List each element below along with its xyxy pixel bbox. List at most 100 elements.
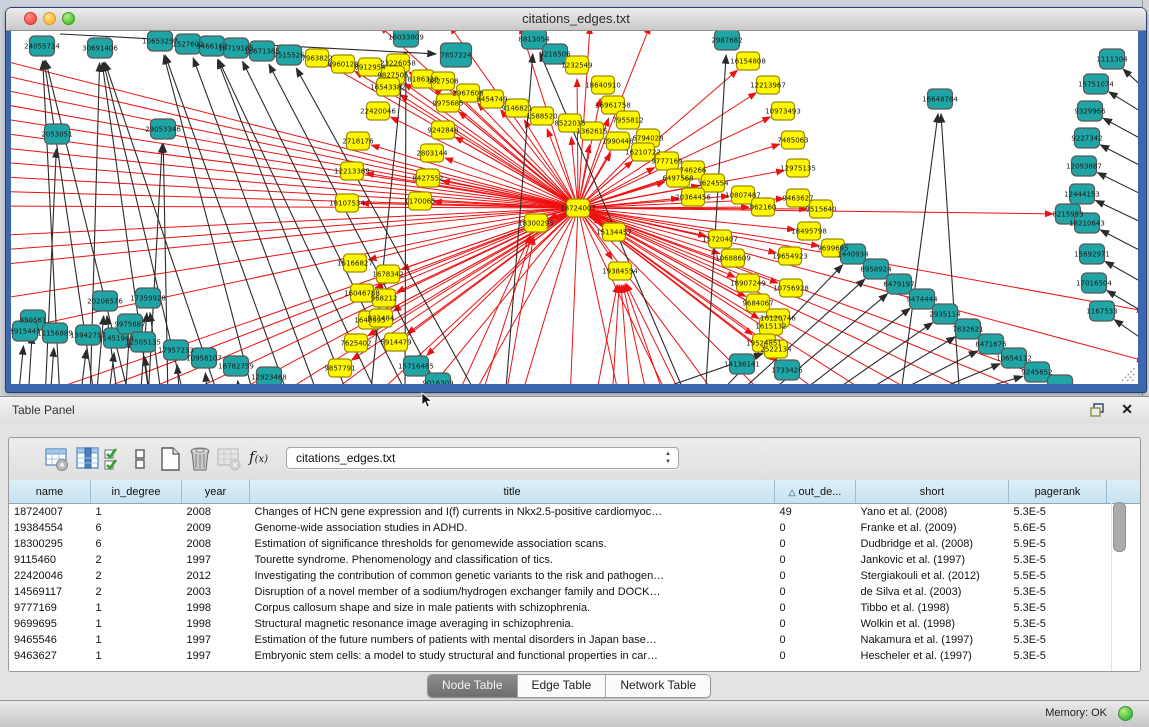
table-cell[interactable]: 9777169: [9, 600, 91, 616]
table-row[interactable]: 2242004622012Investigating the contribut…: [9, 568, 1140, 584]
citation-edge-black[interactable]: [1097, 173, 1138, 196]
table-cell[interactable]: 1: [91, 616, 182, 632]
delete-trash-icon[interactable]: [187, 446, 213, 472]
column-header-in-degree[interactable]: in_degree: [91, 480, 182, 504]
citation-edge-red[interactable]: [578, 208, 1138, 361]
table-cell[interactable]: 1998: [182, 616, 250, 632]
table-cell[interactable]: Investigating the contribution of common…: [250, 568, 775, 584]
citation-edge-black[interactable]: [50, 348, 54, 384]
citation-edge-black[interactable]: [1100, 145, 1138, 168]
table-cell[interactable]: 5.5E-5: [1009, 568, 1107, 584]
table-cell[interactable]: Estimation of the future numbers of pati…: [250, 632, 775, 648]
table-cell[interactable]: Wolkin et al. (1998): [856, 616, 1009, 632]
column-header-title[interactable]: title: [250, 480, 775, 504]
column-header-short[interactable]: short: [856, 480, 1009, 504]
table-cell[interactable]: Genome-wide association studies in ADHD.: [250, 520, 775, 536]
table-row[interactable]: 1872400712008Changes of HCN gene express…: [9, 504, 1140, 521]
table-cell[interactable]: 0: [775, 584, 856, 600]
citation-edge-red[interactable]: [220, 208, 578, 384]
table-cell[interactable]: Dudbridge et al. (2008): [856, 536, 1009, 552]
table-cell[interactable]: 5.6E-5: [1009, 520, 1107, 536]
citation-edge-black[interactable]: [820, 323, 933, 384]
table-cell[interactable]: 0: [775, 520, 856, 536]
table-cell[interactable]: 5.3E-5: [1009, 600, 1107, 616]
citation-edge-black[interactable]: [910, 364, 1000, 384]
table-cell[interactable]: 14569117: [9, 584, 91, 600]
table-cell[interactable]: Franke et al. (2009): [856, 520, 1009, 536]
table-cell[interactable]: 0: [775, 600, 856, 616]
table-cell[interactable]: 0: [775, 616, 856, 632]
column-header-out-de-[interactable]: △out_de...: [775, 480, 856, 504]
table-cell[interactable]: Structural magnetic resonance image aver…: [250, 616, 775, 632]
table-cell[interactable]: 1997: [182, 648, 250, 664]
float-panel-icon[interactable]: [1090, 403, 1105, 417]
tab-node-table[interactable]: Node Table: [428, 675, 517, 697]
table-cell[interactable]: Nakamura et al. (1997): [856, 632, 1009, 648]
citation-edge-black[interactable]: [1123, 69, 1138, 89]
table-cell[interactable]: Changes of HCN gene expression and I(f) …: [250, 504, 775, 521]
table-cell[interactable]: Hescheler et al. (1997): [856, 648, 1009, 664]
table-cell[interactable]: 2008: [182, 504, 250, 521]
tab-edge-table[interactable]: Edge Table: [517, 675, 606, 697]
table-cell[interactable]: Estimation of significance thresholds fo…: [250, 536, 775, 552]
table-cell[interactable]: 5.3E-5: [1009, 616, 1107, 632]
citation-edge-red[interactable]: [570, 208, 578, 384]
citation-edge-red[interactable]: [621, 285, 630, 384]
network-canvas[interactable]: 1872400724055714306914061065325715276029…: [11, 31, 1138, 384]
citation-edge-red[interactable]: [470, 208, 578, 384]
table-cell[interactable]: 5.3E-5: [1009, 552, 1107, 568]
citation-edge-black[interactable]: [165, 55, 290, 384]
citation-edge-red[interactable]: [420, 208, 578, 384]
citation-edge-black[interactable]: [18, 346, 24, 384]
table-cell[interactable]: 1: [91, 504, 182, 521]
table-cell[interactable]: 0: [775, 648, 856, 664]
table-cell[interactable]: 0: [775, 568, 856, 584]
table-selector-dropdown[interactable]: citations_edges.txt ▲▼: [286, 447, 679, 469]
table-cell[interactable]: 18724007: [9, 504, 91, 521]
citation-edge-black[interactable]: [164, 56, 255, 384]
table-cell[interactable]: 1997: [182, 632, 250, 648]
show-column-icon[interactable]: [75, 446, 101, 472]
table-row[interactable]: 1830029562008Estimation of significance …: [9, 536, 1140, 552]
table-cell[interactable]: 1: [91, 648, 182, 664]
tab-network-table[interactable]: Network Table: [605, 675, 710, 697]
table-cell[interactable]: 9463627: [9, 648, 91, 664]
table-cell[interactable]: 19384554: [9, 520, 91, 536]
window-titlebar[interactable]: citations_edges.txt: [6, 8, 1146, 31]
table-cell[interactable]: 1998: [182, 600, 250, 616]
citation-edge-red[interactable]: [11, 208, 578, 251]
table-cell[interactable]: 2: [91, 568, 182, 584]
table-row[interactable]: 969969511998Structural magnetic resonanc…: [9, 616, 1140, 632]
table-cell[interactable]: 5.3E-5: [1009, 632, 1107, 648]
table-cell[interactable]: Tourette syndrome. Phenomenology and cla…: [250, 552, 775, 568]
citation-edge-red[interactable]: [11, 208, 578, 236]
table-cell[interactable]: 1: [91, 632, 182, 648]
citation-edge-black[interactable]: [1109, 92, 1138, 114]
table-cell[interactable]: Yano et al. (2008): [856, 504, 1009, 521]
column-header-year[interactable]: year: [182, 480, 250, 504]
table-cell[interactable]: Stergiakouli et al. (2012): [856, 568, 1009, 584]
select-rows-icon[interactable]: [102, 446, 128, 472]
function-builder-icon[interactable]: f(x): [249, 448, 283, 474]
table-row[interactable]: 946554611997Estimation of the future num…: [9, 632, 1140, 648]
table-cell[interactable]: 5.3E-5: [1009, 504, 1107, 521]
table-cell[interactable]: Embryonic stem cells: a model to study s…: [250, 648, 775, 664]
citation-edge-black[interactable]: [238, 381, 240, 384]
table-cell[interactable]: 0: [775, 536, 856, 552]
table-cell[interactable]: 1: [91, 600, 182, 616]
citation-edge-black[interactable]: [1103, 118, 1138, 141]
table-cell[interactable]: 49: [775, 504, 856, 521]
table-cell[interactable]: 5.9E-5: [1009, 536, 1107, 552]
citation-edge-black[interactable]: [705, 55, 726, 384]
table-cell[interactable]: 0: [775, 632, 856, 648]
table-cell[interactable]: 2012: [182, 568, 250, 584]
table-row[interactable]: 946362711997Embryonic stem cells: a mode…: [9, 648, 1140, 664]
citation-edge-black[interactable]: [28, 335, 32, 384]
table-cell[interactable]: 6: [91, 520, 182, 536]
citation-edge-red[interactable]: [623, 285, 648, 384]
table-cell[interactable]: 2009: [182, 520, 250, 536]
new-file-icon[interactable]: [157, 446, 183, 472]
table-cell[interactable]: 9115460: [9, 552, 91, 568]
column-header-name[interactable]: name: [9, 480, 91, 504]
citation-edge-black[interactable]: [900, 114, 938, 384]
